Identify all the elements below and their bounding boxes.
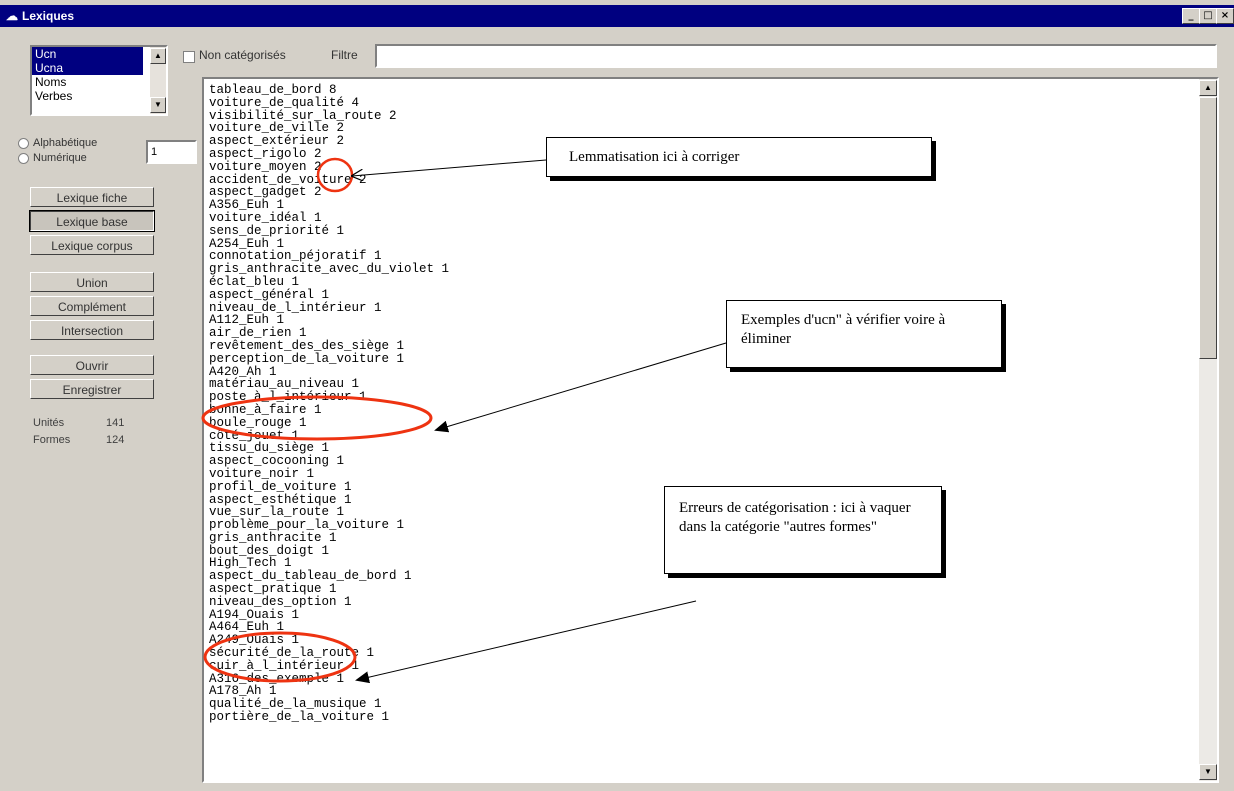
radio-alphabetique[interactable]: Alphabétique: [18, 137, 97, 149]
min-frequency-input[interactable]: 1: [146, 140, 197, 164]
radio-circle-icon: [18, 152, 29, 164]
list-item[interactable]: Verbes: [32, 89, 143, 103]
lexicon-list: tableau_de_bord 8 voiture_de_qualité 4 vis…: [209, 84, 449, 724]
list-item[interactable]: Noms: [32, 75, 143, 89]
lexicon-line: profil_de_voiture 1: [209, 479, 352, 494]
lexicon-line: problème_pour_la_voiture 1: [209, 518, 405, 533]
lexicon-line: aspect_rigolo 2: [209, 146, 322, 161]
lexicon-line: poste_à_l_intérieur 1: [209, 390, 367, 405]
unites-label: Unités: [33, 417, 65, 429]
category-listbox[interactable]: Ucn Ucna Noms Verbes ▲ ▼: [30, 45, 168, 116]
lexicon-line: sécurité_de_la_route 1: [209, 646, 375, 661]
callout-lemmatisation: Lemmatisation ici à corriger: [546, 137, 932, 177]
lexicon-line: sens_de_priorité 1: [209, 223, 345, 238]
lexicon-line: aspect_cocooning 1: [209, 454, 345, 469]
intersection-button[interactable]: Intersection: [30, 320, 154, 340]
radio-circle-icon: [18, 137, 29, 149]
callout-erreurs: Erreurs de catégorisation : ici à vaquer…: [664, 486, 942, 574]
filtre-input[interactable]: [375, 44, 1217, 68]
scroll-up-icon[interactable]: ▲: [1199, 80, 1217, 96]
complement-button[interactable]: Complément: [30, 296, 154, 316]
lexicon-line: voiture_noir 1: [209, 466, 315, 481]
scrollbar-thumb[interactable]: [1199, 97, 1217, 359]
lexique-base-button[interactable]: Lexique base: [29, 210, 155, 232]
list-item[interactable]: Ucn: [32, 47, 143, 61]
lexicon-line: voiture_de_qualité 4: [209, 95, 360, 110]
radio-numerique[interactable]: Numérique: [18, 152, 87, 164]
lexicon-line: gris_anthracite 1: [209, 530, 337, 545]
app-icon: ☁: [6, 9, 18, 23]
lexique-fiche-button[interactable]: Lexique fiche: [30, 187, 154, 207]
unites-value: 141: [106, 417, 125, 429]
list-item[interactable]: Ucna: [32, 61, 143, 75]
lexicon-line: portière_de_la_voiture 1: [209, 710, 390, 725]
callout-exemples: Exemples d'ucn" à vérifier voire à élimi…: [726, 300, 1002, 368]
lexicon-textarea[interactable]: tableau_de_bord 8 voiture_de_qualité 4 vis…: [202, 77, 1219, 783]
title-bar: ☁ Lexiques _ □ ×: [0, 5, 1234, 27]
listbox-scrollbar[interactable]: ▲ ▼: [150, 47, 166, 114]
minimize-button[interactable]: _: [1182, 8, 1200, 24]
lexicon-line: bonne_à_faire 1: [209, 402, 322, 417]
lexicon-line: cuir_à_l_intérieur 1: [209, 658, 360, 673]
formes-value: 124: [106, 434, 125, 446]
non-categorises-checkbox[interactable]: [183, 51, 195, 63]
enregistrer-button[interactable]: Enregistrer: [30, 379, 154, 399]
lexicon-line: boule_rouge 1: [209, 415, 307, 430]
scroll-up-icon[interactable]: ▲: [150, 48, 166, 64]
lexicon-line: aspect_pratique 1: [209, 582, 337, 597]
filtre-label: Filtre: [331, 48, 358, 62]
union-button[interactable]: Union: [30, 272, 154, 292]
lexicon-line: niveau_des_option 1: [209, 594, 352, 609]
lexicon-line: voiture_idéal 1: [209, 210, 322, 225]
lexiques-window: ☁ Lexiques _ □ × Ucn Ucna Noms Verbes ▲ …: [0, 0, 1234, 791]
lexicon-line: perception_de_la_voiture 1: [209, 351, 405, 366]
formes-label: Formes: [33, 434, 71, 446]
scroll-down-icon[interactable]: ▼: [1199, 764, 1217, 780]
lexicon-line: voiture_moyen 2: [209, 159, 322, 174]
lexicon-scrollbar[interactable]: ▲ ▼: [1199, 79, 1217, 781]
scroll-down-icon[interactable]: ▼: [150, 97, 166, 113]
lexicon-line: revêtement_des_des_siège 1: [209, 338, 405, 353]
lexicon-line: tableau_de_bord 8: [209, 83, 337, 97]
lexique-corpus-button[interactable]: Lexique corpus: [30, 235, 154, 255]
window-title: Lexiques: [22, 9, 75, 23]
ouvrir-button[interactable]: Ouvrir: [30, 355, 154, 375]
radio-alphabetique-label: Alphabétique: [33, 137, 98, 149]
lexicon-line: aspect_général 1: [209, 287, 330, 302]
radio-numerique-label: Numérique: [33, 152, 87, 164]
maximize-button[interactable]: □: [1199, 8, 1217, 24]
lexicon-line: éclat_bleu 1: [209, 274, 300, 289]
close-button[interactable]: ×: [1216, 8, 1234, 24]
non-categorises-label: Non catégorisés: [199, 48, 286, 62]
